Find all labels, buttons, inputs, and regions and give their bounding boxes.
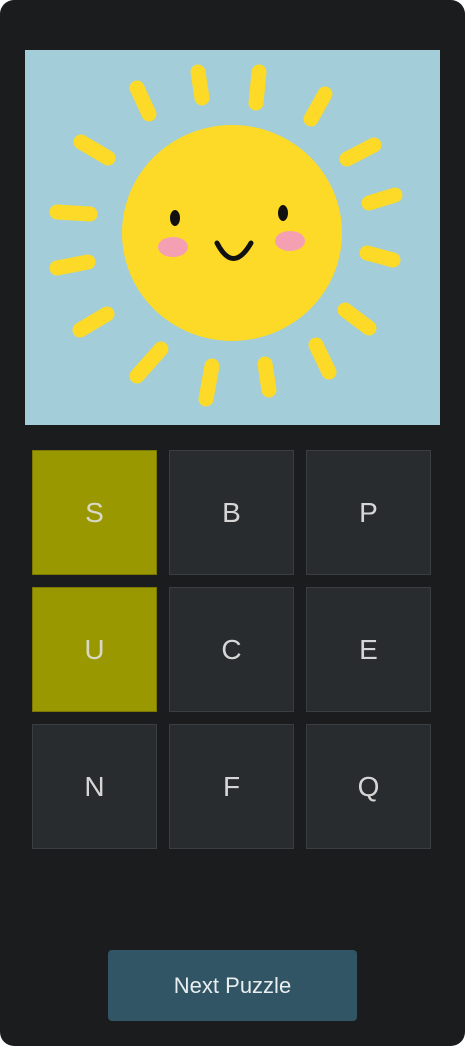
right-eye (278, 205, 288, 221)
smiling-sun-icon (25, 50, 440, 425)
letter-tile[interactable]: S (32, 450, 157, 575)
letter-tile[interactable]: F (169, 724, 294, 849)
letter-tile[interactable]: C (169, 587, 294, 712)
puzzle-app: S B P U C E N F Q Next Puzzle (0, 0, 465, 1046)
sun-face (122, 125, 342, 341)
letter-tile[interactable]: N (32, 724, 157, 849)
letter-tile[interactable]: P (306, 450, 431, 575)
puzzle-image (25, 50, 440, 425)
letter-tile[interactable]: E (306, 587, 431, 712)
left-cheek (158, 237, 188, 257)
next-puzzle-button[interactable]: Next Puzzle (108, 950, 357, 1021)
right-cheek (275, 231, 305, 251)
left-eye (170, 210, 180, 226)
letter-tile[interactable]: U (32, 587, 157, 712)
letter-grid: S B P U C E N F Q (32, 450, 433, 851)
letter-tile[interactable]: B (169, 450, 294, 575)
letter-tile[interactable]: Q (306, 724, 431, 849)
